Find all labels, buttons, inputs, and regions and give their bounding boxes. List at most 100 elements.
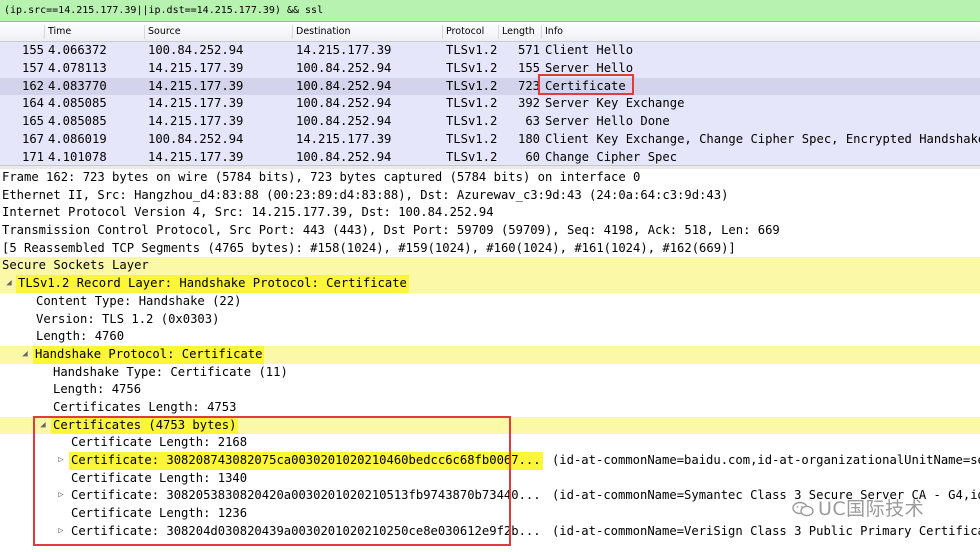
column-divider[interactable] (292, 25, 293, 39)
packet-no: 155 (21, 43, 44, 57)
watermark-text: UC国际技术 (818, 498, 925, 520)
packet-source: 14.215.177.39 (148, 114, 244, 129)
column-divider[interactable] (541, 25, 542, 39)
packet-length: 155 (517, 60, 540, 75)
tree-item-cert2-length[interactable]: Certificate Length: 1340 (0, 470, 980, 488)
packet-info: Certificate (545, 78, 626, 93)
packet-destination: 14.215.177.39 (296, 131, 392, 146)
packet-row[interactable]: 165 4.085085 14.215.177.39 100.84.252.94… (0, 113, 980, 131)
packet-time: 4.078113 (48, 60, 107, 75)
packet-length: 180 (517, 131, 540, 146)
packet-no: 162 (21, 78, 44, 93)
packet-no: 167 (21, 131, 44, 146)
packet-time: 4.083770 (48, 78, 107, 93)
packet-destination: 100.84.252.94 (296, 78, 392, 93)
packet-protocol: TLSv1.2 (446, 149, 498, 164)
packet-row[interactable]: 167 4.086019 100.84.252.94 14.215.177.39… (0, 130, 980, 149)
packet-protocol: TLSv1.2 (446, 60, 498, 75)
tree-item-ssl[interactable]: Secure Sockets Layer (0, 257, 980, 276)
packet-row[interactable]: 155 4.066372 100.84.252.94 14.215.177.39… (0, 42, 980, 60)
packet-protocol: TLSv1.2 (446, 78, 498, 93)
tree-item-ethernet[interactable]: Ethernet II, Src: Hangzhou_d4:83:88 (00:… (0, 187, 980, 205)
triangle-down-icon[interactable]: ◢ (20, 346, 30, 364)
packet-protocol: TLSv1.2 (446, 43, 498, 57)
packet-info: Client Hello (545, 43, 634, 57)
packet-info: Client Key Exchange, Change Cipher Spec,… (545, 131, 980, 146)
packet-time: 4.086019 (48, 131, 107, 146)
column-protocol-header[interactable]: Protocol (446, 22, 484, 42)
packet-time: 4.085085 (48, 96, 107, 111)
packet-destination: 100.84.252.94 (296, 114, 392, 129)
packet-row[interactable]: 157 4.078113 14.215.177.39 100.84.252.94… (0, 59, 980, 78)
tree-item-certificates-length[interactable]: Certificates Length: 4753 (0, 399, 980, 417)
packet-length: 63 (525, 114, 540, 129)
packet-no: 157 (21, 60, 44, 75)
column-divider[interactable] (144, 25, 145, 39)
column-divider[interactable] (498, 25, 499, 39)
packet-time: 4.085085 (48, 114, 107, 129)
tree-item-reassembled[interactable]: [5 Reassembled TCP Segments (4765 bytes)… (0, 240, 980, 258)
packet-length: 60 (525, 149, 540, 164)
packet-info: Server Hello Done (545, 114, 670, 129)
packet-destination: 14.215.177.39 (296, 43, 392, 57)
packet-source: 100.84.252.94 (148, 43, 244, 57)
packet-destination: 100.84.252.94 (296, 60, 392, 75)
packet-row[interactable]: 164 4.085085 14.215.177.39 100.84.252.94… (0, 95, 980, 114)
watermark: UC国际技术 (792, 494, 924, 521)
packet-length: 723 (517, 78, 540, 93)
column-destination-header[interactable]: Destination (296, 22, 351, 42)
packet-source: 14.215.177.39 (148, 96, 244, 111)
tree-item-handshake-protocol[interactable]: ◢ Handshake Protocol: Certificate (0, 345, 980, 364)
tree-item-cert1[interactable]: ▷ Certificate: 308208743082075ca00302010… (0, 452, 980, 470)
column-source-header[interactable]: Source (148, 22, 181, 42)
tree-item-ip[interactable]: Internet Protocol Version 4, Src: 14.215… (0, 204, 980, 222)
display-filter-input[interactable]: (ip.src==14.215.177.39||ip.dst==14.215.1… (0, 0, 980, 22)
tree-item-content-type[interactable]: Content Type: Handshake (22) (0, 293, 980, 311)
triangle-down-icon[interactable]: ◢ (38, 417, 48, 435)
packet-info: Server Hello (545, 60, 634, 75)
tree-item-certificates[interactable]: ◢ Certificates (4753 bytes) (0, 416, 980, 435)
wechat-logo-icon (792, 501, 814, 517)
packet-protocol: TLSv1.2 (446, 114, 498, 129)
tree-item-handshake-type[interactable]: Handshake Type: Certificate (11) (0, 364, 980, 382)
triangle-right-icon[interactable]: ▷ (56, 487, 66, 505)
column-time-header[interactable]: Time (48, 22, 71, 42)
packet-no: 164 (21, 96, 44, 111)
tree-item-length[interactable]: Length: 4760 (0, 328, 980, 346)
triangle-right-icon[interactable]: ▷ (56, 523, 66, 541)
packet-source: 100.84.252.94 (148, 131, 244, 146)
packet-list: 155 4.066372 100.84.252.94 14.215.177.39… (0, 42, 980, 167)
packet-info: Change Cipher Spec (545, 149, 678, 164)
column-length-header[interactable]: Length (502, 22, 535, 42)
tree-item-handshake-length[interactable]: Length: 4756 (0, 381, 980, 399)
tree-item-cert1-length[interactable]: Certificate Length: 2168 (0, 434, 980, 452)
packet-protocol: TLSv1.2 (446, 96, 498, 111)
packet-length: 392 (517, 96, 540, 111)
tree-item-frame[interactable]: Frame 162: 723 bytes on wire (5784 bits)… (0, 169, 980, 187)
triangle-right-icon[interactable]: ▷ (56, 452, 66, 470)
column-divider[interactable] (442, 25, 443, 39)
tree-item-tcp[interactable]: Transmission Control Protocol, Src Port:… (0, 222, 980, 240)
column-divider[interactable] (44, 25, 45, 39)
packet-row[interactable]: 171 4.101078 14.215.177.39 100.84.252.94… (0, 148, 980, 167)
packet-info: Server Key Exchange (545, 96, 685, 111)
packet-row-selected[interactable]: 162 4.083770 14.215.177.39 100.84.252.94… (0, 77, 980, 96)
packet-list-header: Time Source Destination Protocol Length … (0, 22, 980, 42)
tree-item-record-layer[interactable]: ◢ TLSv1.2 Record Layer: Handshake Protoc… (0, 275, 980, 293)
packet-no: 171 (21, 149, 44, 164)
tree-item-version[interactable]: Version: TLS 1.2 (0x0303) (0, 311, 980, 329)
packet-destination: 100.84.252.94 (296, 149, 392, 164)
packet-protocol: TLSv1.2 (446, 131, 498, 146)
packet-no: 165 (21, 114, 44, 129)
column-info-header[interactable]: Info (545, 22, 563, 42)
tree-item-cert3[interactable]: ▷ Certificate: 308204d030820439a00302010… (0, 523, 980, 541)
packet-length: 571 (517, 43, 540, 57)
packet-time: 4.066372 (48, 43, 107, 57)
packet-source: 14.215.177.39 (148, 60, 244, 75)
filter-text: (ip.src==14.215.177.39||ip.dst==14.215.1… (4, 5, 324, 16)
packet-source: 14.215.177.39 (148, 78, 244, 93)
triangle-down-icon[interactable]: ◢ (4, 275, 14, 293)
packet-details-tree: Frame 162: 723 bytes on wire (5784 bits)… (0, 169, 980, 540)
packet-source: 14.215.177.39 (148, 149, 244, 164)
packet-time: 4.101078 (48, 149, 107, 164)
